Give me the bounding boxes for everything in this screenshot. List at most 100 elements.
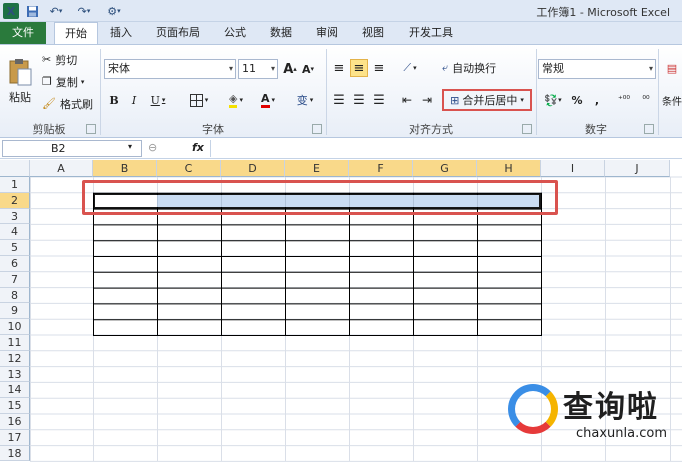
font-name-select[interactable]: 宋体 ▾	[104, 59, 236, 79]
row-header-17[interactable]: 17	[0, 429, 30, 446]
font-launcher-icon[interactable]	[312, 124, 322, 134]
row-header-10[interactable]: 10	[0, 319, 30, 335]
row-header-5[interactable]: 5	[0, 240, 30, 256]
decrease-indent-button[interactable]: ⇤	[398, 91, 416, 109]
comma-style-button[interactable]: ,	[590, 91, 604, 109]
align-left-button[interactable]: ☰	[330, 91, 348, 109]
column-header-B[interactable]: B	[93, 160, 157, 177]
row-header-4[interactable]: 4	[0, 224, 30, 241]
column-header-D[interactable]: D	[221, 160, 285, 177]
conditional-format-button[interactable]: ▤ 条件	[662, 55, 682, 115]
tab-view[interactable]: 视图	[356, 22, 390, 44]
grow-font-button[interactable]: A ▴	[282, 59, 298, 79]
fill-bucket-icon: ◈	[229, 92, 238, 108]
row-header-16[interactable]: 16	[0, 414, 30, 430]
align-top-button[interactable]: ≡	[330, 59, 348, 77]
row-header-1[interactable]: 1	[0, 177, 30, 193]
row-header-18[interactable]: 18	[0, 445, 30, 462]
row-header-3[interactable]: 3	[0, 208, 30, 225]
increase-decimal-button[interactable]: ⁺⁰⁰	[614, 91, 634, 109]
align-middle-button[interactable]: ≡	[350, 59, 368, 77]
redo-icon[interactable]: ↷ ▾	[72, 3, 96, 19]
paste-button[interactable]: 粘贴	[4, 51, 36, 111]
align-bottom-button[interactable]: ≡	[370, 59, 388, 77]
row-header-6[interactable]: 6	[0, 256, 30, 272]
wrap-text-button[interactable]: ⤶ 自动换行	[442, 59, 496, 77]
column-header-H[interactable]: H	[477, 160, 541, 177]
column-header-E[interactable]: E	[285, 160, 349, 177]
row-header-9[interactable]: 9	[0, 303, 30, 320]
tab-home[interactable]: 开始	[54, 22, 98, 45]
column-header-F[interactable]: F	[349, 160, 413, 177]
row-header-11[interactable]: 11	[0, 335, 30, 351]
font-color-button[interactable]: A ▾	[254, 91, 282, 109]
bold-button[interactable]: B	[106, 91, 122, 109]
insert-function-button[interactable]: fx	[192, 141, 204, 154]
align-center-icon: ☰	[353, 92, 365, 108]
row-header-14[interactable]: 14	[0, 382, 30, 399]
shrink-font-label: A	[301, 62, 311, 76]
orientation-button[interactable]: ⟋ ▾	[398, 59, 422, 77]
copy-icon: ❐	[42, 75, 52, 88]
underline-button[interactable]: U ▾	[146, 91, 170, 109]
font-size-value: 11	[242, 62, 256, 75]
column-header-G[interactable]: G	[413, 160, 477, 177]
number-launcher-icon[interactable]	[644, 124, 654, 134]
increase-indent-button[interactable]: ⇥	[418, 91, 436, 109]
clipboard-launcher-icon[interactable]	[86, 124, 96, 134]
merge-center-button[interactable]: ⊞ 合并后居中 ▾	[442, 89, 532, 111]
font-size-select[interactable]: 11 ▾	[238, 59, 278, 79]
excel-logo-icon: X	[3, 3, 19, 19]
copy-button[interactable]: ❐ 复制 ▾	[42, 73, 84, 90]
divider	[658, 49, 659, 135]
tab-page-layout[interactable]: 页面布局	[152, 22, 204, 44]
row-header-8[interactable]: 8	[0, 287, 30, 304]
accounting-format-button[interactable]: 💱 ▾	[540, 91, 566, 109]
fill-color-button[interactable]: ◈ ▾	[222, 91, 250, 109]
tab-insert[interactable]: 插入	[106, 22, 136, 44]
decrease-decimal-button[interactable]: ⁰⁰	[636, 91, 656, 109]
formula-bar-handle-icon[interactable]: ⊖	[148, 141, 157, 154]
tab-review[interactable]: 审阅	[310, 22, 344, 44]
undo-icon[interactable]: ↶ ▾	[44, 3, 68, 19]
row-header-13[interactable]: 13	[0, 366, 30, 383]
align-bottom-icon: ≡	[373, 60, 385, 76]
name-box-dropdown-icon[interactable]: ▾	[128, 142, 132, 151]
name-box[interactable]: B2	[2, 140, 142, 157]
row-header-15[interactable]: 15	[0, 398, 30, 414]
watermark-text: 查询啦	[563, 390, 659, 425]
row-header-12[interactable]: 12	[0, 350, 30, 367]
tab-developer[interactable]: 开发工具	[404, 22, 458, 44]
format-painter-icon: 🖌	[42, 97, 56, 110]
cut-button[interactable]: ✂ 剪切	[42, 51, 77, 68]
borders-button[interactable]: ▾	[184, 91, 214, 109]
percent-button[interactable]: %	[568, 91, 586, 109]
column-header-J[interactable]: J	[605, 160, 670, 177]
tab-formulas[interactable]: 公式	[218, 22, 252, 44]
row-header-7[interactable]: 7	[0, 271, 30, 288]
align-center-button[interactable]: ☰	[350, 91, 368, 109]
copy-label: 复制	[55, 75, 78, 89]
customize-quick-access-icon[interactable]: ⚙ ▾	[100, 3, 128, 19]
format-painter-button[interactable]: 🖌 格式刷	[42, 95, 93, 112]
column-header-C[interactable]: C	[157, 160, 221, 177]
formula-input[interactable]	[210, 140, 680, 157]
save-icon[interactable]	[24, 3, 40, 19]
italic-button[interactable]: I	[126, 91, 142, 109]
select-all-corner[interactable]	[0, 160, 30, 177]
tab-file[interactable]: 文件	[0, 22, 46, 44]
shrink-font-button[interactable]: A ▾	[300, 59, 316, 79]
tab-data[interactable]: 数据	[264, 22, 298, 44]
conditional-format-label: 条件	[662, 97, 682, 108]
align-left-icon: ☰	[333, 92, 345, 108]
column-header-I[interactable]: I	[541, 160, 605, 177]
row-header-2[interactable]: 2	[0, 192, 30, 209]
number-group-label: 数字	[585, 123, 607, 136]
alignment-launcher-icon[interactable]	[522, 124, 532, 134]
column-header-A[interactable]: A	[30, 160, 93, 177]
align-right-button[interactable]: ☰	[370, 91, 388, 109]
phonetic-button[interactable]: 变 ▾	[292, 91, 318, 109]
ribbon-tabs: 文件 开始 插入 页面布局 公式 数据 审阅 视图 开发工具	[0, 22, 682, 45]
number-format-select[interactable]: 常规 ▾	[538, 59, 656, 79]
font-name-value: 宋体	[108, 62, 130, 75]
